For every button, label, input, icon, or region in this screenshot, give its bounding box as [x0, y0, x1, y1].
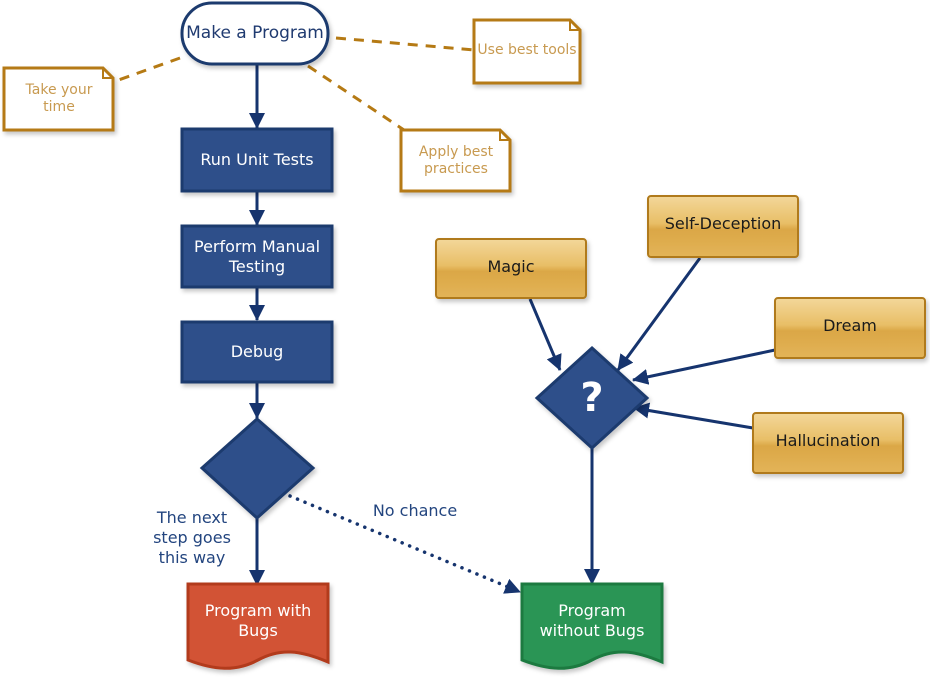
self-deception-label: Self-Deception	[664, 214, 782, 233]
no-chance-annotation: No chance	[372, 501, 458, 520]
connector-use-best-tools	[335, 36, 475, 52]
note-apply-best-practices-label: Apply best practices	[418, 143, 494, 178]
arrow-hallucination-to-question	[633, 402, 754, 430]
connector-apply-best-practices	[307, 64, 405, 132]
next-step-annotation: The next step goes this way	[153, 508, 231, 567]
run-unit-tests-label: Run Unit Tests	[200, 150, 314, 169]
question-mark-icon: ?	[580, 375, 604, 421]
note-take-your-time-label: Take your time	[25, 81, 93, 116]
program-without-bugs-label: Program without Bugs	[539, 601, 645, 640]
arrow-dream-to-question	[632, 348, 776, 385]
note-use-best-tools-label: Use best tools	[477, 42, 577, 59]
hallucination-label: Hallucination	[775, 431, 881, 450]
magic-label: Magic	[487, 256, 535, 276]
start-node-label: Make a Program	[186, 22, 324, 43]
manual-testing-label: Perform Manual Testing	[193, 236, 321, 276]
connector-take-your-time	[112, 56, 181, 84]
dream-label: Dream	[823, 315, 877, 335]
program-with-bugs-label: Program with Bugs	[204, 601, 312, 640]
arrow-self-deception-to-question	[616, 257, 702, 371]
arrow-magic-to-question	[528, 298, 562, 371]
debug-label: Debug	[230, 342, 284, 361]
